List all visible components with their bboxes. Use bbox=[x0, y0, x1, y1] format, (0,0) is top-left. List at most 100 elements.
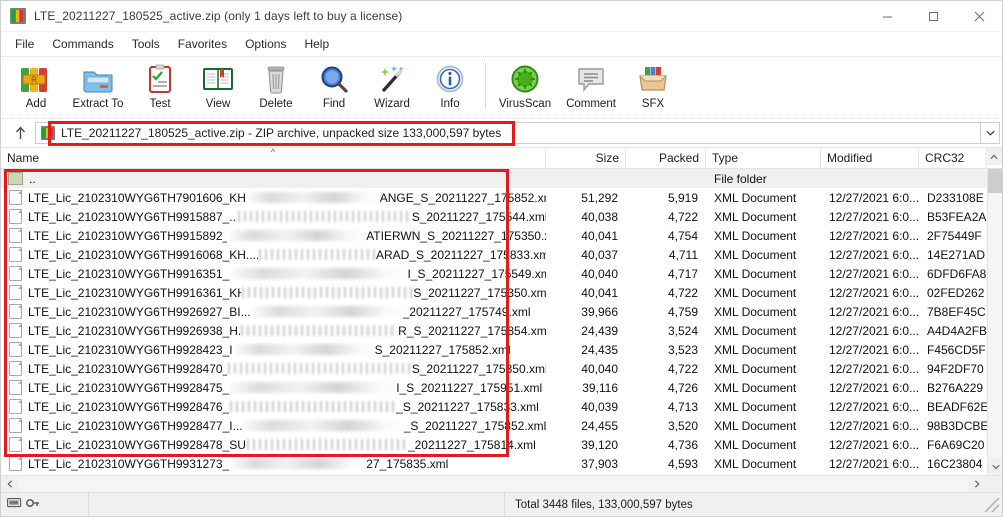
minimize-button[interactable] bbox=[864, 1, 910, 32]
table-row[interactable]: LTE_Lic_2102310WYG6TH9916361_KH S_2021122… bbox=[1, 283, 987, 302]
table-row[interactable]: LTE_Lic_2102310WYG6TH9928477_I... _S_2021… bbox=[1, 416, 988, 435]
file-rows[interactable]: .. File folder LTE_Lic_2102310WYG6TH790160… bbox=[1, 169, 989, 475]
horizontal-scroll-track[interactable] bbox=[18, 475, 968, 493]
toolbar-button-wizard[interactable]: Wizard bbox=[363, 59, 421, 117]
column-header-type[interactable]: Type bbox=[706, 148, 821, 168]
table-row[interactable]: LTE_Lic_2102310WYG6TH7901606_KH.... ANGE_… bbox=[1, 188, 987, 207]
toolbar-button-view[interactable]: View bbox=[189, 59, 247, 117]
file-name-suffix: ATIERWN_S_20211227_175350.xml bbox=[366, 228, 546, 243]
table-row[interactable]: LTE_Lic_2102310WYG6TH9928476_ _S_20211227… bbox=[1, 397, 989, 416]
table-row[interactable]: LTE_Lic_2102310WYG6TH9928423_I S_20211227… bbox=[1, 340, 987, 359]
column-header-modified[interactable]: Modified bbox=[821, 148, 919, 168]
file-type-cell: XML Document bbox=[714, 399, 797, 414]
file-list[interactable]: .. File folder LTE_Lic_2102310WYG6TH790160… bbox=[1, 169, 1002, 475]
maximize-button[interactable] bbox=[910, 1, 956, 32]
toolbar: R Add Extract To Test View Delete Find W… bbox=[1, 56, 1002, 118]
close-button[interactable] bbox=[956, 1, 1002, 32]
redacted-filename-segment bbox=[230, 382, 396, 393]
status-total-text: Total 3448 files, 133,000,597 bytes bbox=[515, 498, 693, 511]
vertical-scroll-thumb[interactable] bbox=[987, 169, 1002, 193]
column-header-size[interactable]: Size bbox=[546, 148, 626, 168]
file-modified-cell: 12/27/2021 6:0... bbox=[829, 266, 920, 281]
table-row[interactable]: LTE_Lic_2102310WYG6TH9915892_KH ATIERWN_S… bbox=[1, 226, 987, 245]
xml-file-icon bbox=[9, 209, 22, 224]
file-packed-cell: 4,754 bbox=[667, 228, 698, 243]
scroll-right-arrow-icon[interactable] bbox=[968, 476, 985, 493]
toolbar-button-info[interactable]: Info bbox=[421, 59, 479, 117]
toolbar-button-virusscan[interactable]: VirusScan bbox=[492, 59, 558, 117]
file-packed-cell: 5,919 bbox=[667, 190, 698, 205]
file-crc-cell: B276A229 bbox=[927, 380, 984, 395]
scroll-left-arrow-icon[interactable] bbox=[1, 476, 18, 493]
file-crc-cell: 2F75449F bbox=[927, 228, 982, 243]
table-row[interactable]: LTE_Lic_2102310WYG6TH9928478_SU _20211227… bbox=[1, 435, 987, 454]
file-crc-cell: F456CD5F bbox=[927, 342, 986, 357]
table-row[interactable]: LTE_Lic_2102310WYG6TH9931273_ 27_175835.x… bbox=[1, 454, 987, 473]
xml-file-icon bbox=[9, 437, 22, 452]
toolbar-label-add: Add bbox=[25, 98, 47, 110]
file-name-cell: LTE_Lic_2102310WYG6TH9926927_BI... _20211… bbox=[1, 304, 546, 319]
toolbar-button-add[interactable]: R Add bbox=[7, 59, 65, 117]
file-name-prefix: LTE_Lic_2102310WYG6TH9928423_I bbox=[28, 342, 233, 357]
column-header-crc32[interactable]: CRC32 bbox=[919, 148, 987, 168]
resize-grip[interactable] bbox=[985, 497, 999, 512]
table-row[interactable]: LTE_Lic_2102310WYG6TH9916068_KH...... ARA… bbox=[1, 245, 987, 264]
sfx-box-icon bbox=[636, 62, 670, 96]
file-packed-cell: 4,593 bbox=[667, 456, 698, 471]
file-crc-cell: 7B8EF45C bbox=[927, 304, 986, 319]
redacted-filename-segment bbox=[251, 306, 402, 317]
table-row[interactable]: LTE_Lic_2102310WYG6TH9928475_ I_S_2021122… bbox=[1, 378, 987, 397]
file-name-suffix: 27_175835.xml bbox=[366, 456, 449, 471]
address-combobox[interactable]: LTE_20211227_180525_active.zip - ZIP arc… bbox=[35, 122, 1000, 144]
file-crc-cell: 02FED262 bbox=[927, 285, 985, 300]
address-field[interactable]: LTE_20211227_180525_active.zip - ZIP arc… bbox=[35, 122, 980, 144]
file-crc-cell: BEADF62E bbox=[927, 399, 989, 414]
file-name-prefix: LTE_Lic_2102310WYG6TH9916351_KI bbox=[28, 266, 230, 281]
menu-item-tools[interactable]: Tools bbox=[123, 34, 169, 54]
toolbar-button-extract-to[interactable]: Extract To bbox=[65, 59, 131, 117]
menu-item-favorites[interactable]: Favorites bbox=[169, 34, 236, 54]
horizontal-scrollbar[interactable] bbox=[1, 475, 1002, 493]
scroll-down-arrow-icon[interactable] bbox=[987, 458, 1002, 475]
menu-item-file[interactable]: File bbox=[6, 34, 43, 54]
file-crc-cell: D233108E bbox=[927, 190, 984, 205]
table-row[interactable]: LTE_Lic_2102310WYG6TH9926938_H.. R_S_2021… bbox=[1, 321, 987, 340]
menu-item-commands[interactable]: Commands bbox=[43, 34, 122, 54]
column-header-name[interactable]: Name ^ bbox=[1, 148, 546, 168]
file-type-cell: XML Document bbox=[714, 323, 797, 338]
file-name-suffix: R_S_20211227_175854.xml bbox=[398, 323, 546, 338]
scroll-up-arrow-icon[interactable] bbox=[985, 148, 1002, 165]
table-row[interactable]: LTE_Lic_2102310WYG6TH9926927_BI... _20211… bbox=[1, 302, 987, 321]
file-packed-cell: 4,759 bbox=[667, 304, 698, 319]
column-header-packed[interactable]: Packed bbox=[626, 148, 706, 168]
toolbar-button-comment[interactable]: Comment bbox=[558, 59, 624, 117]
table-row[interactable]: LTE_Lic_2102310WYG6TH9928470_ S_20211227_… bbox=[1, 359, 987, 378]
vertical-scroll-track[interactable] bbox=[987, 169, 1002, 458]
xml-file-icon bbox=[9, 304, 22, 319]
menu-item-options[interactable]: Options bbox=[236, 34, 295, 54]
toolbar-button-delete[interactable]: Delete bbox=[247, 59, 305, 117]
file-size-cell: 40,039 bbox=[581, 399, 618, 414]
table-row[interactable]: LTE_Lic_2102310WYG6TH9915887_... S_202112… bbox=[1, 207, 987, 226]
file-crc-cell: F6A69C20 bbox=[927, 437, 985, 452]
file-name-suffix: I_S_20211227_175549.xml bbox=[407, 266, 546, 281]
up-arrow-icon[interactable] bbox=[5, 120, 35, 146]
status-icons bbox=[1, 492, 89, 517]
file-type-cell: XML Document bbox=[714, 247, 797, 262]
parent-folder-row[interactable]: .. File folder bbox=[1, 169, 987, 188]
toolbar-separator bbox=[485, 63, 486, 109]
toolbar-button-test[interactable]: Test bbox=[131, 59, 189, 117]
wizard-wand-icon bbox=[375, 62, 409, 96]
redacted-filename-segment bbox=[237, 211, 411, 222]
chevron-down-icon[interactable] bbox=[980, 122, 1000, 144]
menu-item-help[interactable]: Help bbox=[295, 34, 338, 54]
file-size-cell: 39,120 bbox=[581, 437, 618, 452]
table-row[interactable]: LTE_Lic_2102310WYG6TH9916351_KI I_S_20211… bbox=[1, 264, 987, 283]
vertical-scrollbar[interactable] bbox=[987, 169, 1002, 475]
file-name-suffix: S_20211227_175852.xml bbox=[374, 342, 511, 357]
toolbar-button-find[interactable]: Find bbox=[305, 59, 363, 117]
file-size-cell: 37,903 bbox=[581, 456, 618, 471]
file-name-suffix: _S_20211227_175852.xml bbox=[403, 418, 546, 433]
file-type-cell: XML Document bbox=[714, 228, 797, 243]
toolbar-button-sfx[interactable]: SFX bbox=[624, 59, 682, 117]
